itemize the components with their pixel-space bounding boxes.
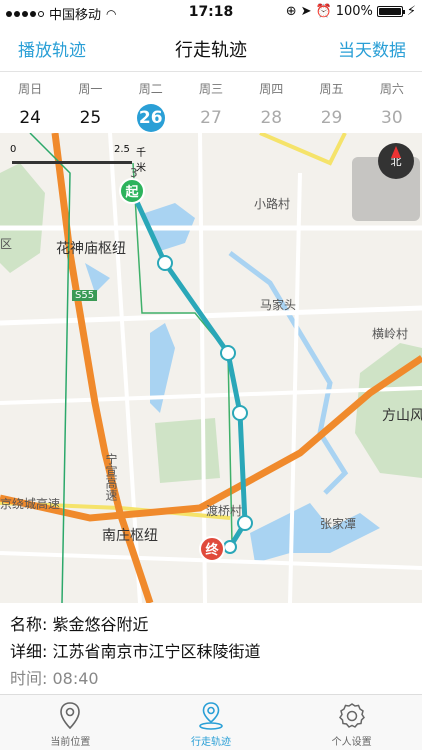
info-time-row: 时间: 08:40	[10, 665, 412, 692]
day-29[interactable]: 周五 29	[301, 73, 361, 133]
battery-icon	[376, 6, 405, 17]
tab-label: 当前位置	[50, 737, 91, 748]
tab-bar: 当前位置 行走轨迹 个人设置	[0, 694, 422, 750]
tab-walk-track[interactable]: 行走轨迹	[141, 695, 282, 750]
map-label: 京绕城高速	[0, 497, 61, 511]
tab-label: 行走轨迹	[191, 737, 231, 748]
map-label: 宁宣高速	[104, 453, 118, 501]
tab-label: 个人设置	[331, 737, 372, 748]
charging-icon: ⚡	[406, 4, 416, 19]
weekday-label: 周六	[379, 82, 404, 96]
green-area	[155, 418, 220, 483]
map-label: 横岭村	[372, 327, 409, 341]
date-number: 28	[260, 108, 283, 128]
location-info-panel: 名称: 紫金悠谷附近 详细: 江苏省南京市江宁区秣陵街道 时间: 08:40	[0, 603, 422, 694]
map-label: 小路村	[254, 197, 291, 211]
battery-percent: 100%	[335, 4, 373, 19]
track-point[interactable]	[157, 255, 173, 271]
name-label: 名称:	[10, 615, 48, 634]
route-pin-icon	[199, 702, 223, 730]
date-number: 25	[79, 108, 102, 128]
weekday-label: 周五	[319, 82, 344, 96]
info-name-row: 名称: 紫金悠谷附近	[10, 611, 412, 638]
road	[0, 305, 422, 326]
start-marker[interactable]: 起	[119, 178, 145, 204]
map-label: 方山风	[382, 408, 422, 424]
track-point[interactable]	[220, 345, 236, 361]
weekday-label: 周四	[259, 82, 284, 96]
map-label: 渡桥村	[206, 504, 243, 518]
road	[259, 133, 347, 166]
day-25[interactable]: 周一 25	[60, 73, 120, 133]
alarm-icon: ⏰	[315, 4, 332, 19]
road-shield: S55	[72, 290, 98, 301]
pond	[85, 263, 110, 293]
compass-icon[interactable]: 北	[378, 143, 414, 179]
track-point[interactable]	[232, 405, 248, 421]
tab-current-location[interactable]: 当前位置	[0, 695, 141, 750]
weekday-label: 周二	[138, 82, 163, 96]
map-label: 张家潭	[320, 517, 357, 531]
status-right: ⊕ ➤ ⏰ 100% ⚡	[286, 4, 416, 19]
day-30[interactable]: 周六 30	[362, 73, 422, 133]
river	[250, 503, 380, 563]
date-number: 26	[136, 104, 165, 132]
time-label: 时间:	[10, 669, 48, 688]
rotation-lock-icon: ⊕	[285, 4, 297, 19]
day-data-button[interactable]: 当天数据	[338, 36, 406, 61]
detail-label: 详细:	[10, 642, 48, 661]
day-26[interactable]: 周二 26	[121, 73, 181, 133]
scale-mid: 2.5	[114, 144, 130, 155]
date-number: 27	[200, 108, 222, 128]
track-point[interactable]	[223, 540, 237, 554]
location-pin-icon	[60, 702, 81, 730]
day-27[interactable]: 周三 27	[181, 73, 241, 133]
scale-start: 0	[10, 144, 17, 155]
gear-icon	[338, 703, 365, 728]
date-number: 24	[19, 108, 41, 128]
status-bar: 中国移动 ◠ 17:18 ⊕ ➤ ⏰ 100% ⚡	[0, 0, 422, 24]
tab-settings[interactable]: 个人设置	[281, 695, 422, 750]
map-label: 马家头	[260, 298, 297, 312]
end-marker[interactable]: 终	[199, 536, 225, 562]
location-arrow-icon: ➤	[300, 4, 312, 19]
map-label: 区	[0, 237, 13, 251]
info-detail-row: 详细: 江苏省南京市江宁区秣陵街道	[10, 638, 412, 665]
detail-value: 江苏省南京市江宁区秣陵街道	[52, 642, 261, 661]
weekday-label: 周日	[18, 82, 43, 96]
name-value: 紫金悠谷附近	[52, 615, 149, 634]
day-24[interactable]: 周日 24	[0, 73, 60, 133]
map-view[interactable]: 0 2.5 千米 北 3 小路村 区 花神庙枢纽 S55 马家头 横岭村 方山风…	[0, 133, 422, 603]
green-area	[0, 163, 45, 273]
map-label: 花神庙枢纽	[56, 241, 126, 257]
weekday-label: 周一	[78, 82, 103, 96]
week-selector: 周日 24 周一 25 周二 26 周三 27 周四 28 周五 29 周六 30	[0, 73, 422, 133]
date-number: 29	[320, 108, 343, 128]
weekday-label: 周三	[198, 82, 223, 96]
map-label: 南庄枢纽	[102, 528, 158, 544]
scale-bar	[12, 161, 132, 164]
road	[198, 133, 207, 603]
day-28[interactable]: 周四 28	[241, 73, 301, 133]
nav-bar: 播放轨迹 行走轨迹 当天数据	[0, 24, 422, 72]
time-value: 08:40	[52, 669, 99, 688]
date-number: 30	[381, 108, 403, 128]
